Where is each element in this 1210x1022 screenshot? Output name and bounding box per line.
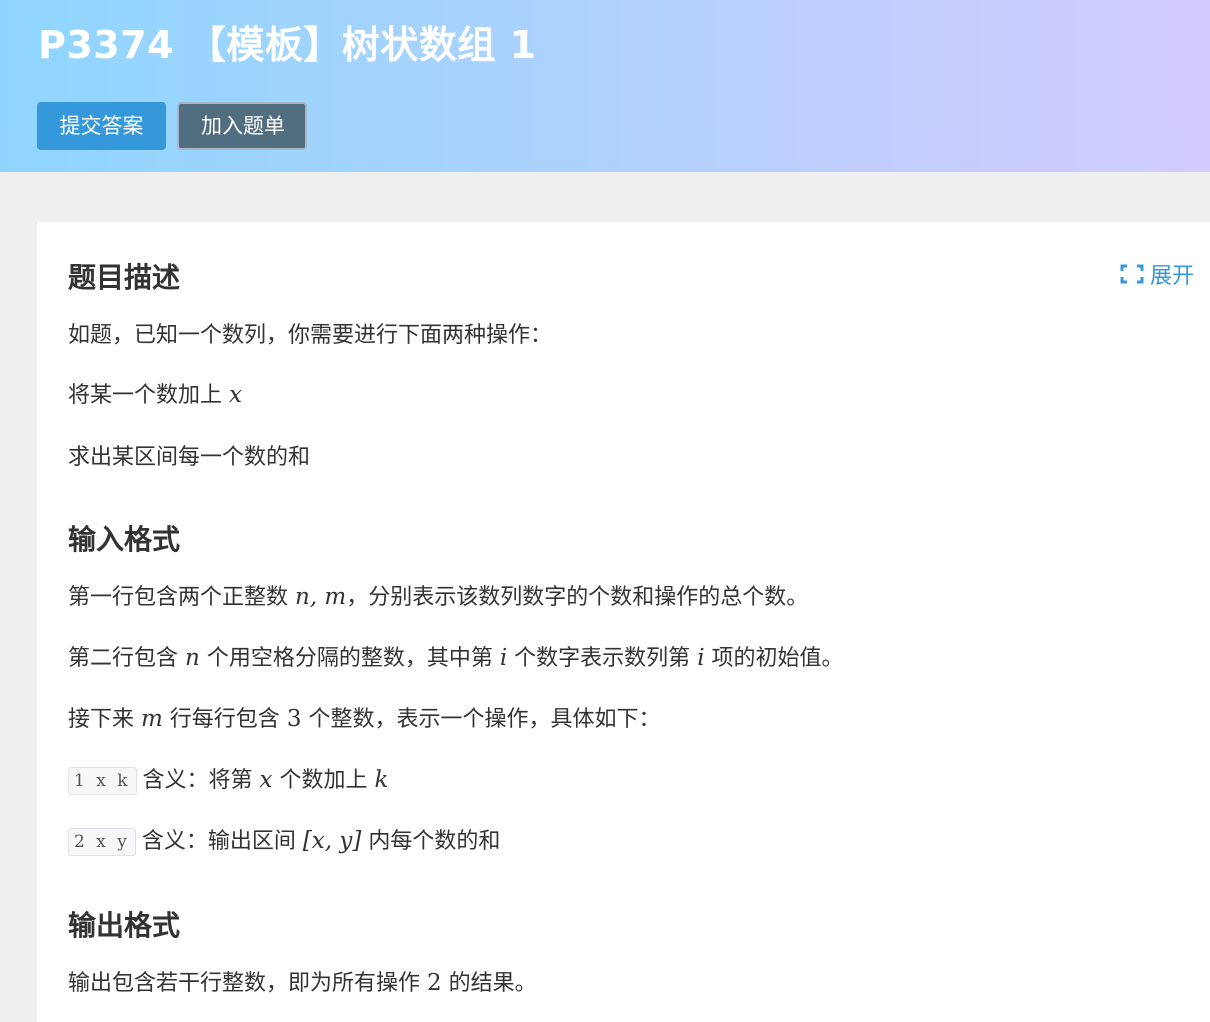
problem-statement-card: 展开 题目描述 如题，已知一个数列，你需要进行下面两种操作： 将某一个数加上 x… — [37, 222, 1210, 1022]
operation-2-code: 2 x y — [68, 828, 136, 856]
expand-icon — [1120, 264, 1144, 284]
submit-answer-button[interactable]: 提交答案 — [37, 102, 166, 150]
input-format-heading: 输入格式 — [68, 523, 181, 556]
operation-1-line: 1 x k 含义：将第 x 个数加上 k — [68, 762, 388, 795]
description-line-1: 如题，已知一个数列，你需要进行下面两种操作： — [68, 323, 553, 348]
operation-1-code: 1 x k — [68, 767, 137, 795]
input-line-1: 第一行包含两个正整数 n, m，分别表示该数列数字的个数和操作的总个数。 — [68, 584, 809, 610]
output-line-1: 输出包含若干行整数，即为所有操作 2 的结果。 — [68, 970, 537, 996]
description-heading: 题目描述 — [68, 261, 181, 294]
problem-title: P3374 【模板】树状数组 1 — [38, 23, 537, 67]
add-to-list-button[interactable]: 加入题单 — [177, 102, 307, 150]
output-format-heading: 输出格式 — [68, 909, 181, 942]
expand-button[interactable]: 展开 — [1120, 258, 1194, 290]
input-line-2: 第二行包含 n 个用空格分隔的整数，其中第 i 个数字表示数列第 i 项的初始值… — [68, 645, 844, 671]
description-line-2: 将某一个数加上 x — [68, 382, 242, 408]
description-line-3: 求出某区间每一个数的和 — [68, 445, 311, 470]
operation-2-line: 2 x y 含义：输出区间 [x, y] 内每个数的和 — [68, 823, 500, 856]
input-line-3: 接下来 m 行每行包含 3 个整数，表示一个操作，具体如下： — [68, 706, 661, 732]
problem-header: P3374 【模板】树状数组 1 提交答案 加入题单 — [0, 0, 1210, 172]
expand-label: 展开 — [1149, 264, 1194, 289]
